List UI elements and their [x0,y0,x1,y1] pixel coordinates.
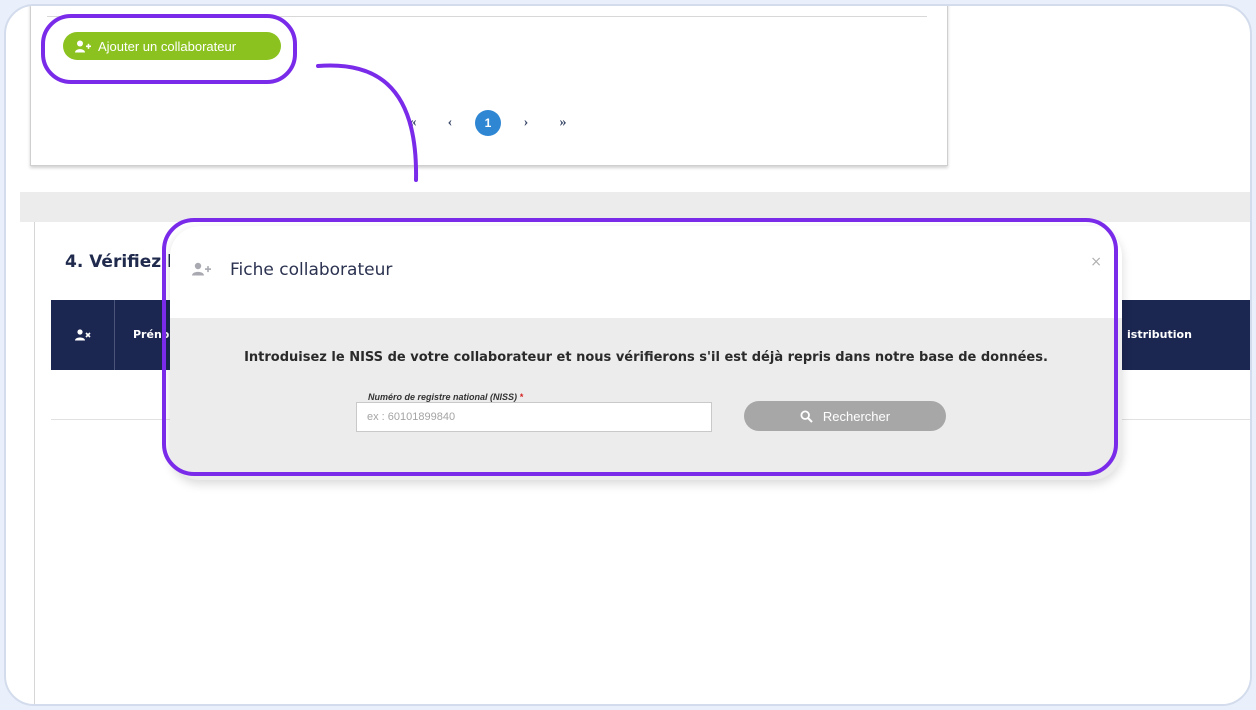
add-button-highlight [41,14,297,84]
pagination-last[interactable]: » [551,115,575,131]
pagination-next[interactable]: › [517,115,535,131]
highlight-connector [316,63,419,182]
users-icon [74,329,91,341]
table-header-icon-cell [51,300,115,370]
pagination-prev[interactable]: ‹ [441,115,459,131]
modal-highlight [162,218,1118,476]
column-header-distribution[interactable]: istribution [1127,328,1192,341]
pagination-current-page[interactable]: 1 [475,110,501,136]
